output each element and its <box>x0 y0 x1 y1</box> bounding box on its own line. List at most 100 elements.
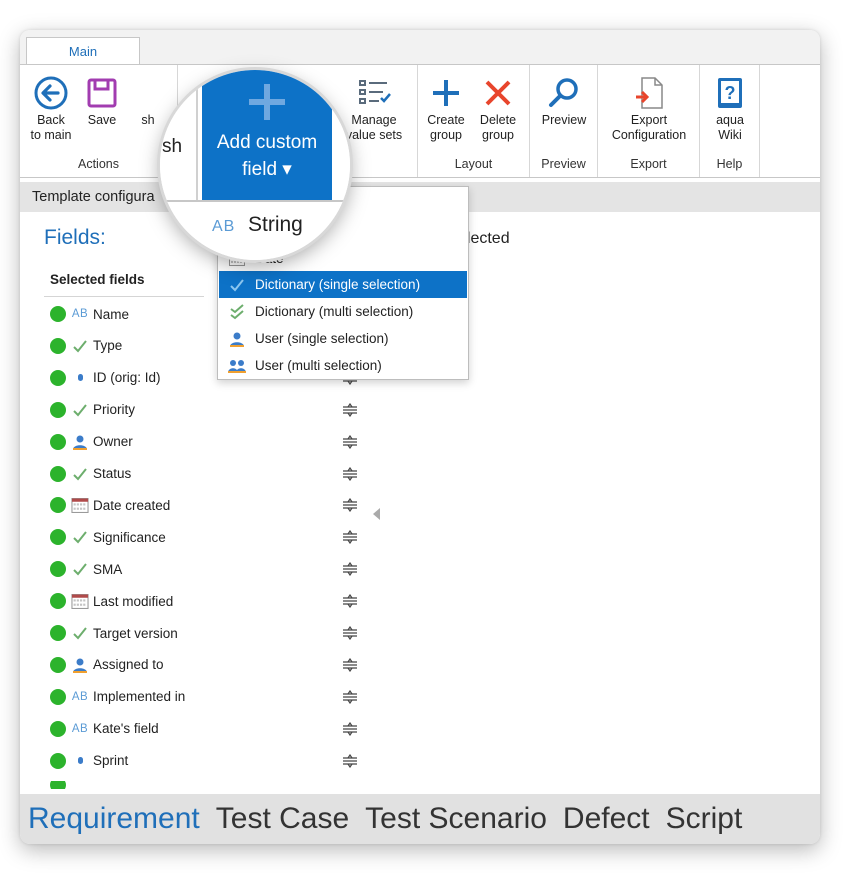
add-custom-field-button[interactable]: Add custom field ▾ <box>202 70 332 200</box>
status-dot-icon <box>50 780 66 789</box>
check-icon <box>70 338 90 354</box>
delete-x-icon <box>472 73 524 113</box>
users-icon <box>219 358 255 374</box>
create-group-button[interactable]: Create group <box>420 73 472 143</box>
field-row[interactable]: Owner <box>50 430 133 454</box>
magnifier-icon <box>534 73 594 113</box>
calendar-icon <box>70 593 90 609</box>
collapse-panel-arrow[interactable] <box>373 508 380 520</box>
double-check-icon <box>219 303 255 320</box>
header-divider <box>44 296 204 297</box>
drag-handle-icon[interactable] <box>340 561 360 577</box>
status-dot-icon <box>50 625 66 641</box>
plus-icon <box>420 73 472 113</box>
group-label-export: Export <box>630 157 667 171</box>
field-label: Priority <box>93 402 136 418</box>
menu-item-dictionary-multi[interactable]: Dictionary (multi selection) <box>219 298 467 325</box>
ribbon-group-separator <box>196 70 198 200</box>
status-dot-icon <box>50 593 66 610</box>
group-label-help: Help <box>716 157 743 171</box>
drag-handle-icon[interactable] <box>340 434 360 450</box>
ab-icon: AB <box>71 690 89 703</box>
save-button[interactable]: Save <box>82 73 122 128</box>
export-document-icon <box>602 73 696 113</box>
export-configuration-button[interactable]: Export Configuration <box>602 73 696 143</box>
drag-handle-icon[interactable] <box>340 497 360 513</box>
field-row[interactable]: AB Implemented in <box>50 685 185 709</box>
group-label-actions: Actions <box>78 157 119 171</box>
field-row[interactable]: SMA <box>50 557 122 581</box>
field-row[interactable]: Priority <box>50 398 135 422</box>
tab-script[interactable]: Script <box>666 802 743 836</box>
drag-handle-icon[interactable] <box>340 529 360 545</box>
tab-test-case[interactable]: Test Case <box>216 802 349 836</box>
status-dot-icon <box>50 369 66 386</box>
status-dot-icon <box>50 401 66 418</box>
ribbon: Back to main Save sh Actions e <box>20 64 820 178</box>
plus-icon <box>247 82 287 127</box>
drag-handle-icon[interactable] <box>340 402 360 418</box>
menu-item-user-single[interactable]: User (single selection) <box>219 325 467 352</box>
field-row[interactable]: Sprint <box>50 749 128 773</box>
delete-group-button[interactable]: Delete group <box>472 73 524 143</box>
drag-handle-icon[interactable] <box>340 625 360 641</box>
check-icon <box>70 466 90 482</box>
field-label: Target version <box>93 625 178 641</box>
field-label: Sprint <box>93 753 129 769</box>
check-icon <box>70 625 90 641</box>
bullet-icon <box>70 370 90 386</box>
status-dot-icon <box>50 529 66 546</box>
status-dot-icon <box>50 337 66 354</box>
menu-item-dictionary-single[interactable]: Dictionary (single selection) <box>219 271 467 298</box>
status-dot-icon <box>50 656 66 673</box>
drag-handle-icon[interactable] <box>340 657 360 673</box>
field-label: Owner <box>93 434 133 450</box>
group-label-preview: Preview <box>541 157 586 171</box>
field-label: Implemented in <box>93 689 186 705</box>
menu-item-user-multi[interactable]: User (multi selection) <box>219 352 467 379</box>
field-row[interactable]: ID (orig: Id) <box>50 366 161 390</box>
field-row[interactable]: Date created <box>50 493 170 517</box>
status-dot-icon <box>50 561 66 578</box>
check-icon <box>70 561 90 577</box>
field-row[interactable]: AB Kate's field <box>50 717 159 741</box>
drag-handle-icon[interactable] <box>340 593 360 609</box>
field-row[interactable]: AB Name <box>50 302 129 326</box>
back-arrow-icon <box>24 73 78 113</box>
ribbon-group-export: Export Configuration Export <box>598 65 700 177</box>
field-row[interactable]: Target version <box>50 621 178 645</box>
status-dot-icon <box>50 752 66 769</box>
ribbon-group-layout: Create group Delete group Layout <box>418 65 530 177</box>
aqua-wiki-button[interactable]: ? aqua Wiki <box>704 73 756 143</box>
field-row[interactable]: Significance <box>50 525 166 549</box>
preview-button[interactable]: Preview <box>534 73 594 128</box>
field-label: ID (orig: Id) <box>93 370 161 386</box>
ribbon-tab-strip: Main <box>20 30 820 65</box>
user-icon <box>70 434 90 450</box>
ribbon-group-help: ? aqua Wiki Help <box>700 65 760 177</box>
group-label-layout: Layout <box>454 157 493 171</box>
drag-handle-icon[interactable] <box>340 753 360 769</box>
drag-handle-icon[interactable] <box>340 466 360 482</box>
back-to-main-button[interactable]: Back to main <box>24 73 78 143</box>
status-dot-icon <box>50 306 66 322</box>
tab-defect[interactable]: Defect <box>563 802 650 836</box>
drag-handle-icon[interactable] <box>340 721 360 737</box>
drag-handle-icon[interactable] <box>340 689 360 705</box>
field-label: Significance <box>93 529 166 545</box>
tab-requirement[interactable]: Requirement <box>28 802 200 836</box>
field-row[interactable]: Last modified <box>50 589 173 613</box>
ab-icon: AB <box>71 308 89 320</box>
app-window: Main Back to main Save sh Actions Manage… <box>20 30 820 844</box>
ab-icon: AB <box>71 722 89 735</box>
user-icon <box>70 657 90 673</box>
field-label: Name <box>93 306 130 322</box>
status-dot-icon <box>50 688 66 705</box>
field-row[interactable]: Status <box>50 462 131 486</box>
field-row[interactable]: Type <box>50 334 122 358</box>
tab-main[interactable]: Main <box>26 37 140 65</box>
user-icon <box>219 331 255 347</box>
tab-test-scenario[interactable]: Test Scenario <box>365 802 547 836</box>
svg-text:?: ? <box>725 83 736 103</box>
field-row[interactable]: Assigned to <box>50 653 164 677</box>
